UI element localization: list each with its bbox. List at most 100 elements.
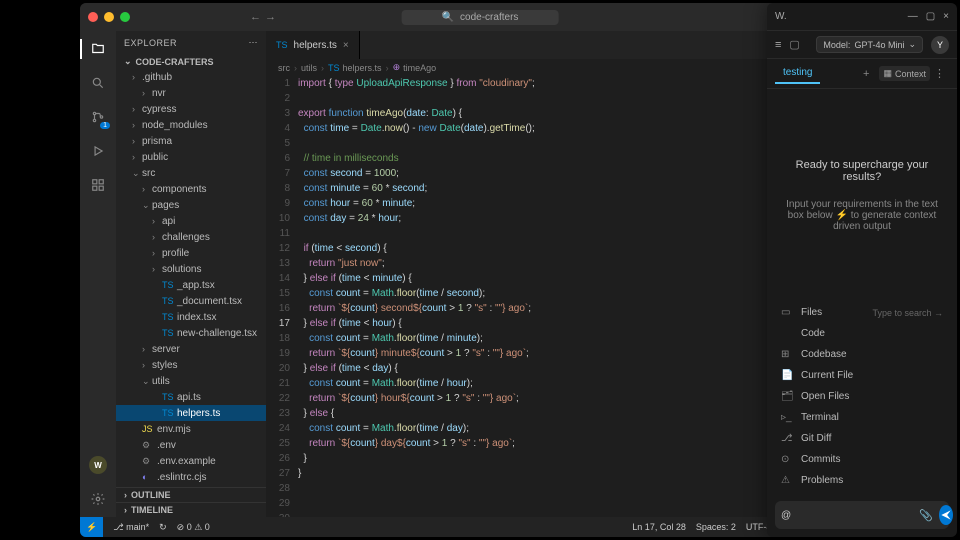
assistant-min-icon[interactable]: —	[908, 11, 918, 22]
project-name[interactable]: ⌄ CODE-CRAFTERS	[116, 54, 266, 69]
indent[interactable]: Spaces: 2	[696, 522, 736, 533]
maximize-window[interactable]	[120, 12, 130, 22]
problems[interactable]: ⊘ 0 ⚠ 0	[177, 522, 210, 533]
window-icon[interactable]: ▢	[789, 38, 799, 51]
timeline-section[interactable]: ›TIMELINE	[116, 502, 266, 517]
sidebar-more-icon[interactable]: ⋯	[249, 37, 259, 48]
file-env.mjs[interactable]: JSenv.mjs	[116, 421, 266, 437]
chevron-down-icon: ⌄	[124, 56, 132, 67]
context-commits[interactable]: ⊙Commits	[775, 449, 949, 470]
sync-icon[interactable]: ↻	[159, 522, 167, 533]
assistant-input-wrap: 📎	[775, 501, 949, 529]
cursor-position[interactable]: Ln 17, Col 28	[632, 522, 686, 533]
explorer-label: EXPLORER	[124, 38, 177, 48]
folder-.github[interactable]: ›.github	[116, 69, 266, 85]
extensions-icon[interactable]	[88, 175, 108, 195]
context-menu: ▭FilesType to search →Code⊞Codebase📄Curr…	[767, 302, 957, 495]
assistant-tabs: testing + ▦ Context ⋮	[767, 59, 957, 89]
folder-server[interactable]: ›server	[116, 341, 266, 357]
avatar: W	[89, 456, 107, 474]
folder-src[interactable]: ⌄src	[116, 165, 266, 181]
tab-helpers[interactable]: TS helpers.ts ×	[266, 31, 360, 59]
context-files[interactable]: ▭FilesType to search →	[775, 302, 949, 323]
context-code[interactable]: Code	[775, 323, 949, 344]
folder-node_modules[interactable]: ›node_modules	[116, 117, 266, 133]
folder-api[interactable]: ›api	[116, 213, 266, 229]
breadcrumb-item[interactable]: TS helpers.ts	[328, 63, 382, 73]
assistant-body: Ready to supercharge your results? Input…	[767, 89, 957, 302]
sidebar-header: EXPLORER ⋯	[116, 31, 266, 54]
source-control-icon[interactable]: 1	[88, 107, 108, 127]
folder-prisma[interactable]: ›prisma	[116, 133, 266, 149]
command-center[interactable]: 🔍 code-crafters	[402, 10, 559, 25]
outline-section[interactable]: ›OUTLINE	[116, 487, 266, 502]
search-activity-icon[interactable]	[88, 73, 108, 93]
vscode-window: ← → 🔍 code-crafters ⊞ ◧ ⬓ ◨ ▦ 1 W	[80, 3, 880, 537]
file-.env.example[interactable]: ⚙.env.example	[116, 453, 266, 469]
ts-file-icon: TS	[276, 40, 288, 50]
context-problems[interactable]: ⚠Problems	[775, 470, 949, 491]
context-git-diff[interactable]: ⎇Git Diff	[775, 428, 949, 449]
folder-pages[interactable]: ⌄pages	[116, 197, 266, 213]
git-branch[interactable]: ⎇ main*	[113, 522, 149, 533]
folder-utils[interactable]: ⌄utils	[116, 373, 266, 389]
breadcrumb-item[interactable]: src	[278, 63, 290, 73]
file-_document.tsx[interactable]: TS_document.tsx	[116, 293, 266, 309]
folder-components[interactable]: ›components	[116, 181, 266, 197]
assistant-max-icon[interactable]: ▢	[926, 11, 935, 22]
file-tree: ›.github›nvr›cypress›node_modules›prisma…	[116, 69, 266, 487]
account-icon[interactable]: W	[88, 455, 108, 475]
status-bar: ⚡ ⎇ main* ↻ ⊘ 0 ⚠ 0 Ln 17, Col 28 Spaces…	[80, 517, 880, 537]
main-area: 1 W EXPLORER ⋯ ⌄ CODE-CRAFTERS ›.github›…	[80, 31, 880, 517]
user-avatar[interactable]: Y	[931, 36, 949, 54]
scm-badge: 1	[100, 122, 110, 129]
send-button[interactable]	[939, 505, 953, 525]
folder-profile[interactable]: ›profile	[116, 245, 266, 261]
file-helpers.ts[interactable]: TShelpers.ts	[116, 405, 266, 421]
assistant-titlebar: W. — ▢ ×	[767, 3, 957, 31]
context-terminal[interactable]: ▹_Terminal	[775, 407, 949, 428]
assistant-sub: Input your requirements in the text box …	[779, 199, 945, 232]
chevron-right-icon: ›	[124, 490, 127, 500]
assistant-logo: W.	[775, 11, 787, 22]
file-.eslintrc.cjs[interactable]: ◐.eslintrc.cjs	[116, 469, 266, 485]
context-codebase[interactable]: ⊞Codebase	[775, 344, 949, 365]
file-index.tsx[interactable]: TSindex.tsx	[116, 309, 266, 325]
tab-close-icon[interactable]: ×	[343, 40, 349, 51]
file-new-challenge.tsx[interactable]: TSnew-challenge.tsx	[116, 325, 266, 341]
close-window[interactable]	[88, 12, 98, 22]
remote-indicator[interactable]: ⚡	[80, 517, 103, 537]
new-tab-icon[interactable]: +	[857, 68, 875, 80]
file-api.ts[interactable]: TSapi.ts	[116, 389, 266, 405]
file-_app.tsx[interactable]: TS_app.tsx	[116, 277, 266, 293]
folder-nvr[interactable]: ›nvr	[116, 85, 266, 101]
context-current-file[interactable]: 📄Current File	[775, 365, 949, 386]
tab-label: helpers.ts	[294, 40, 337, 51]
nav-forward-icon[interactable]: →	[265, 11, 276, 23]
run-debug-icon[interactable]	[88, 141, 108, 161]
context-button[interactable]: ▦ Context	[879, 66, 930, 81]
nav-back-icon[interactable]: ←	[250, 11, 261, 23]
context-open-files[interactable]: 🗂Open Files	[775, 386, 949, 407]
assistant-close-icon[interactable]: ×	[943, 11, 949, 22]
folder-cypress[interactable]: ›cypress	[116, 101, 266, 117]
folder-solutions[interactable]: ›solutions	[116, 261, 266, 277]
hamburger-icon[interactable]: ≡	[775, 39, 781, 51]
breadcrumb-item[interactable]: utils	[301, 63, 317, 73]
file-.env[interactable]: ⚙.env	[116, 437, 266, 453]
explorer-icon[interactable]	[88, 39, 108, 59]
folder-public[interactable]: ›public	[116, 149, 266, 165]
assistant-more-icon[interactable]: ⋮	[930, 67, 949, 80]
chevron-down-icon: ⌄	[908, 39, 916, 50]
folder-challenges[interactable]: ›challenges	[116, 229, 266, 245]
assistant-tab-testing[interactable]: testing	[775, 63, 820, 84]
search-icon: 🔍	[442, 12, 454, 23]
assistant-input[interactable]	[781, 510, 913, 521]
minimize-window[interactable]	[104, 12, 114, 22]
window-controls	[88, 12, 130, 22]
model-selector[interactable]: Model: GPT-4o Mini ⌄	[816, 36, 923, 53]
settings-icon[interactable]	[88, 489, 108, 509]
folder-styles[interactable]: ›styles	[116, 357, 266, 373]
attach-icon[interactable]: 📎	[919, 509, 933, 522]
breadcrumb-item[interactable]: ⊕ timeAgo	[393, 62, 437, 73]
